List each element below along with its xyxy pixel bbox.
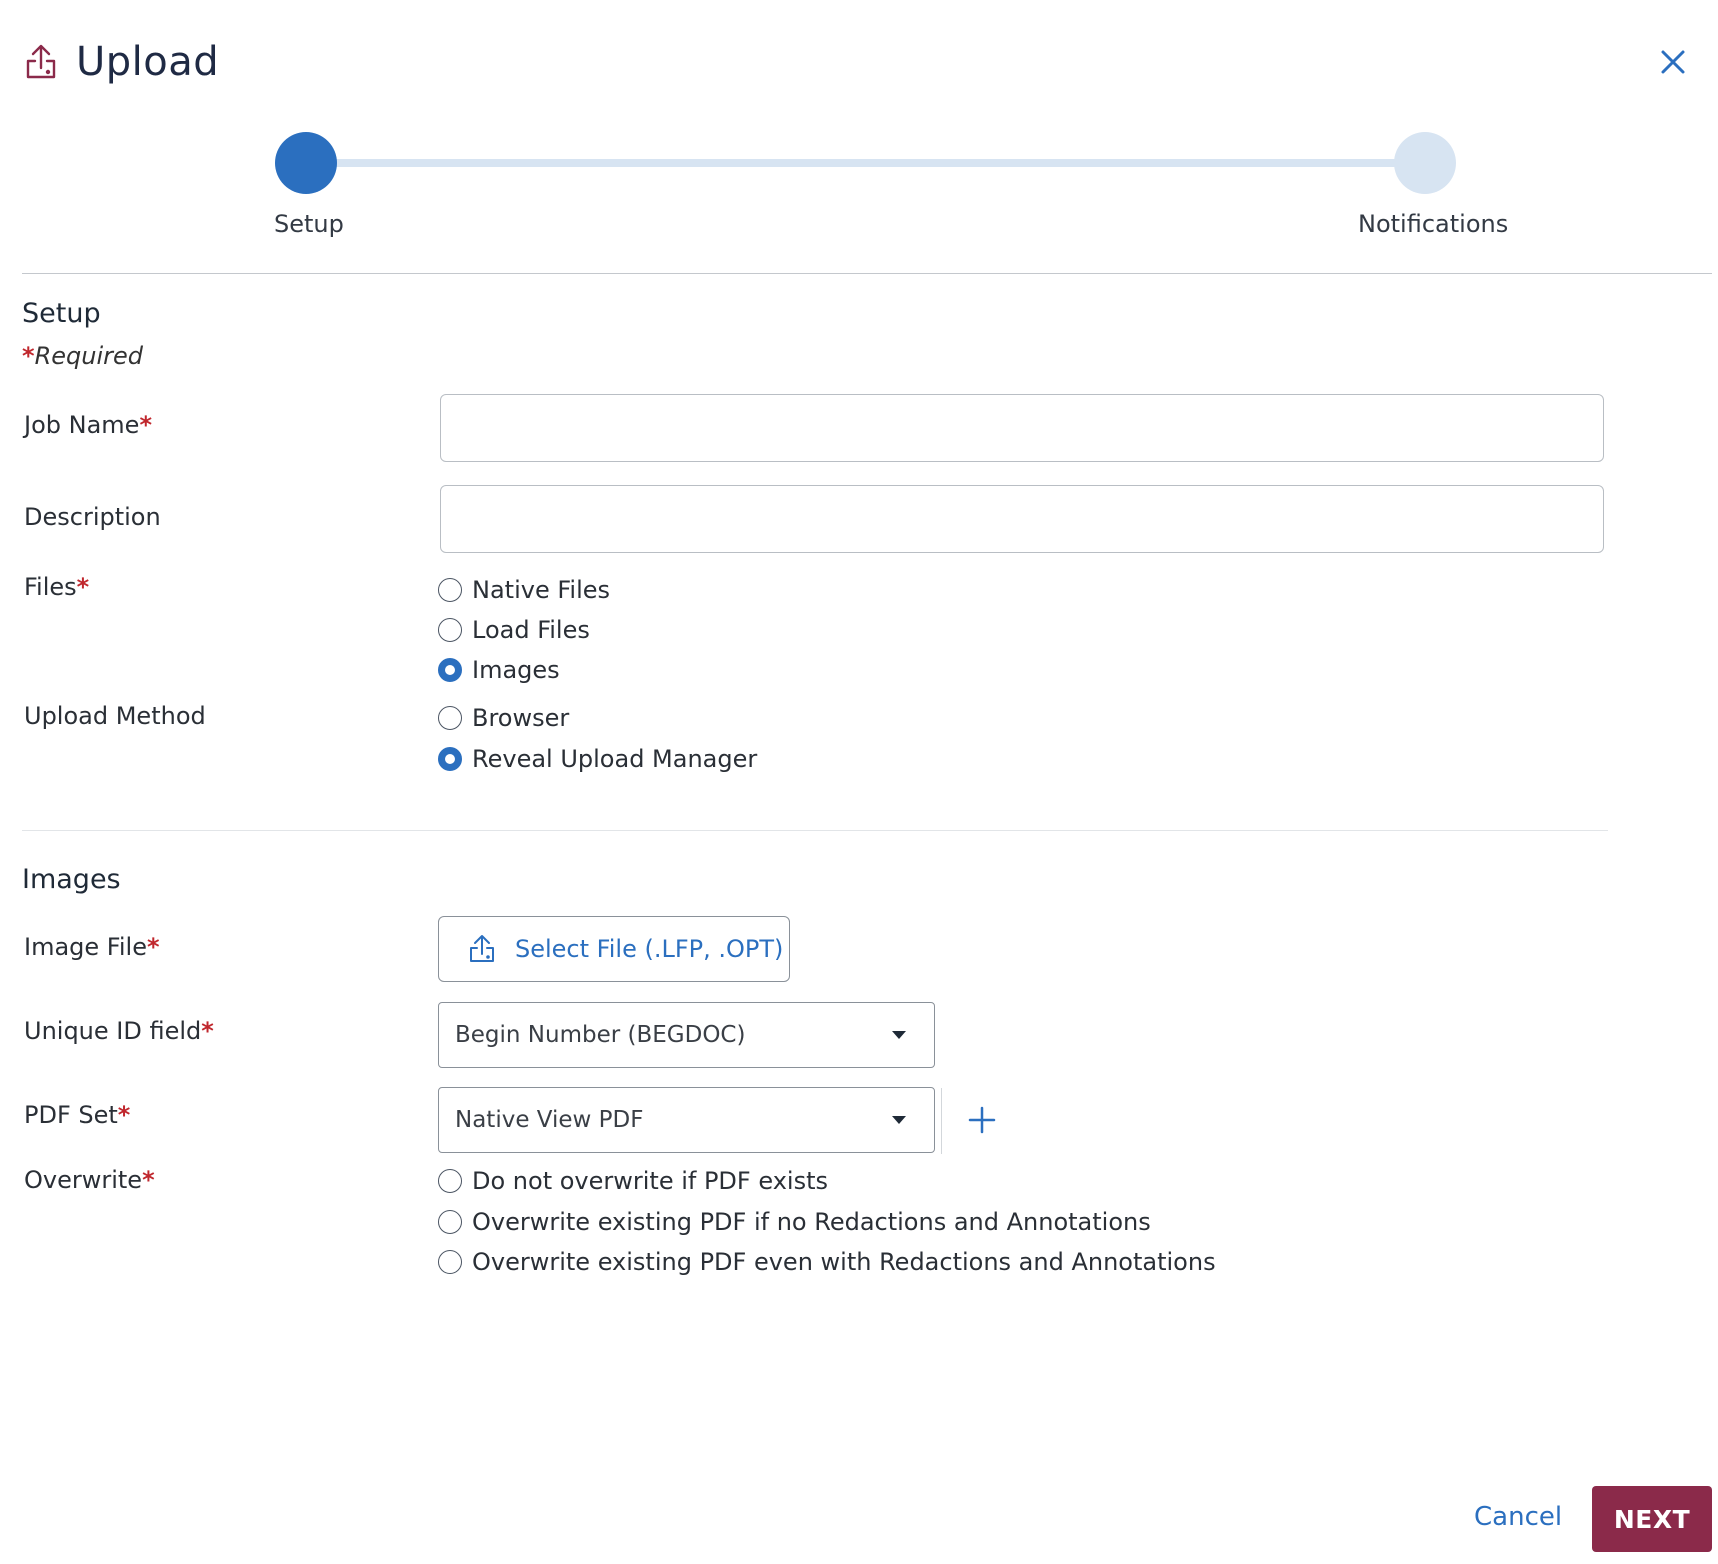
radio-button[interactable] — [438, 618, 462, 642]
next-button[interactable]: NEXT — [1592, 1486, 1712, 1552]
radio-native-files[interactable]: Native Files — [438, 572, 610, 608]
required-asterisk: * — [22, 342, 35, 370]
radio-browser[interactable]: Browser — [438, 700, 569, 736]
images-heading: Images — [22, 864, 121, 895]
radio-button[interactable] — [438, 706, 462, 730]
pdf-set-label: PDF Set* — [24, 1101, 131, 1129]
radio-button-selected[interactable] — [438, 747, 462, 771]
upload-method-label: Upload Method — [24, 702, 206, 730]
radio-overwrite-if-no-redactions[interactable]: Overwrite existing PDF if no Redactions … — [438, 1204, 1151, 1240]
unique-id-select[interactable]: Begin Number (BEGDOC) — [438, 1002, 935, 1068]
add-pdf-set-icon[interactable] — [962, 1100, 1002, 1140]
step-notifications-indicator — [1394, 132, 1456, 194]
radio-reveal-upload-manager[interactable]: Reveal Upload Manager — [438, 741, 757, 777]
radio-do-not-overwrite[interactable]: Do not overwrite if PDF exists — [438, 1163, 828, 1199]
close-icon[interactable] — [1655, 44, 1691, 80]
pdf-set-value: Native View PDF — [455, 1107, 644, 1133]
pdf-set-select[interactable]: Native View PDF — [438, 1087, 935, 1153]
step-setup-label: Setup — [274, 210, 344, 238]
radio-button[interactable] — [438, 578, 462, 602]
radio-button[interactable] — [438, 1169, 462, 1193]
radio-button[interactable] — [438, 1210, 462, 1234]
header-divider — [22, 273, 1712, 274]
upload-icon — [24, 44, 58, 80]
caret-down-icon — [892, 1116, 906, 1124]
dialog-title: Upload — [76, 39, 220, 85]
stepper-track — [306, 159, 1430, 167]
overwrite-label: Overwrite* — [24, 1166, 155, 1194]
job-name-label: Job Name* — [24, 411, 152, 439]
radio-button[interactable] — [438, 1250, 462, 1274]
step-setup-indicator — [275, 132, 337, 194]
description-input[interactable] — [440, 485, 1604, 553]
image-file-label: Image File* — [24, 933, 160, 961]
radio-load-files[interactable]: Load Files — [438, 612, 590, 648]
description-label: Description — [24, 503, 161, 531]
radio-images[interactable]: Images — [438, 652, 560, 688]
unique-id-label: Unique ID field* — [24, 1017, 214, 1045]
radio-button-selected[interactable] — [438, 658, 462, 682]
radio-overwrite-even-with-redactions[interactable]: Overwrite existing PDF even with Redacti… — [438, 1244, 1216, 1280]
section-divider — [22, 830, 1608, 831]
required-text: Required — [34, 342, 143, 370]
pdf-set-separator — [941, 1088, 942, 1154]
setup-heading: Setup — [22, 298, 101, 329]
cancel-button[interactable]: Cancel — [1474, 1502, 1562, 1532]
select-file-button[interactable]: Select File (.LFP, .OPT) — [438, 916, 790, 982]
step-notifications-label: Notifications — [1358, 210, 1509, 238]
files-label: Files* — [24, 573, 90, 601]
unique-id-value: Begin Number (BEGDOC) — [455, 1022, 746, 1048]
caret-down-icon — [892, 1031, 906, 1039]
job-name-input[interactable] — [440, 394, 1604, 462]
upload-icon — [467, 934, 497, 964]
select-file-label: Select File (.LFP, .OPT) — [515, 935, 784, 963]
required-note: *Required — [22, 342, 143, 370]
